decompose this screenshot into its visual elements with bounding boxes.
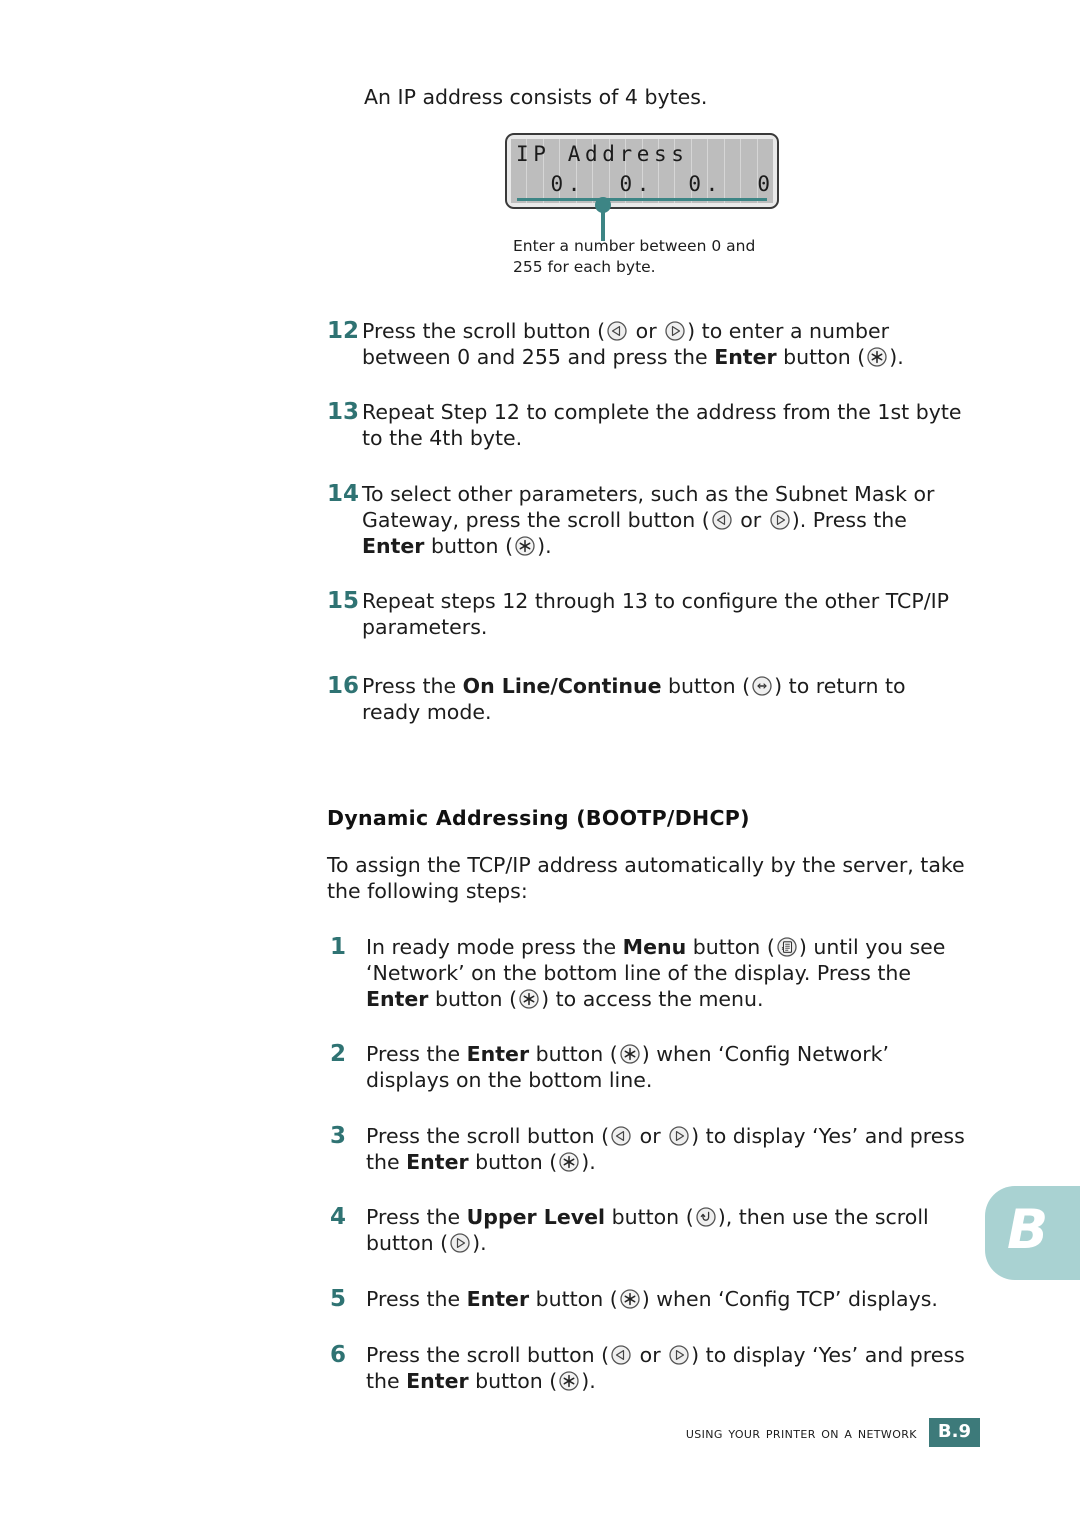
emphasized-term: Menu bbox=[622, 935, 687, 959]
scroll-right-icon bbox=[668, 1125, 690, 1147]
lcd-line-2: 0. 0. 0. 0 bbox=[516, 172, 773, 196]
step-1: 1 In ready mode press the Menu button ( … bbox=[330, 934, 966, 1012]
footer-title: Using Your Printer on a Network bbox=[685, 1423, 917, 1442]
enter-icon bbox=[514, 535, 536, 557]
enter-icon bbox=[866, 346, 888, 368]
emphasized-term: Enter bbox=[466, 1287, 530, 1311]
emphasized-term: Enter bbox=[714, 345, 777, 369]
enter-icon bbox=[619, 1288, 641, 1310]
step-3: 3 Press the scroll button ( or ) to disp… bbox=[330, 1123, 966, 1175]
step-16: 16 Press the On Line/Continue button ( )… bbox=[327, 673, 962, 725]
menu-icon bbox=[776, 936, 798, 958]
lcd-figure: IP Address 0. 0. 0. 0 Enter a number bet… bbox=[505, 133, 783, 276]
online-continue-icon bbox=[751, 675, 773, 697]
lcd-screen: IP Address 0. 0. 0. 0 bbox=[511, 139, 773, 203]
scroll-left-icon bbox=[610, 1125, 632, 1147]
step-14: 14 To select other parameters, such as t… bbox=[327, 481, 962, 559]
enter-icon bbox=[558, 1151, 580, 1173]
scroll-right-icon bbox=[449, 1232, 471, 1254]
intro-paragraph: An IP address consists of 4 bytes. bbox=[364, 85, 708, 109]
lcd-line-1: IP Address bbox=[516, 142, 689, 166]
step-5-text: Press the Enter button ( ) when ‘Config … bbox=[366, 1287, 938, 1311]
enter-icon bbox=[558, 1370, 580, 1392]
step-2-text: Press the Enter button ( ) when ‘Config … bbox=[366, 1042, 890, 1092]
chapter-tab-letter: B bbox=[1007, 1198, 1049, 1261]
scroll-left-icon bbox=[711, 509, 733, 531]
step-16-number: 16 bbox=[327, 673, 360, 699]
step-2: 2 Press the Enter button ( ) when ‘Confi… bbox=[330, 1041, 966, 1093]
emphasized-term: Enter bbox=[366, 987, 429, 1011]
enter-icon bbox=[619, 1043, 641, 1065]
enter-icon bbox=[518, 988, 540, 1010]
step-6-text: Press the scroll button ( or ) to displa… bbox=[366, 1343, 965, 1393]
step-13-number: 13 bbox=[327, 399, 360, 425]
step-1-text: In ready mode press the Menu button ( ) … bbox=[366, 935, 946, 1011]
step-6: 6 Press the scroll button ( or ) to disp… bbox=[330, 1342, 966, 1394]
step-5-number: 5 bbox=[330, 1286, 347, 1312]
step-15: 15 Repeat steps 12 through 13 to configu… bbox=[327, 588, 962, 640]
footer-page-number: B.9 bbox=[928, 1418, 980, 1447]
callout-dot bbox=[595, 197, 611, 213]
step-12-text: Press the scroll button ( or ) to enter … bbox=[362, 319, 904, 369]
lcd-underline bbox=[517, 198, 767, 201]
callout-text: Enter a number between 0 and 255 for eac… bbox=[513, 237, 756, 276]
step-4-number: 4 bbox=[330, 1204, 347, 1230]
step-5: 5 Press the Enter button ( ) when ‘Confi… bbox=[330, 1286, 966, 1313]
step-15-text: Repeat steps 12 through 13 to configure … bbox=[362, 589, 950, 639]
step-13-text: Repeat Step 12 to complete the address f… bbox=[362, 400, 962, 450]
step-4: 4 Press the Upper Level button ( ), then… bbox=[330, 1204, 966, 1256]
lcd-bezel: IP Address 0. 0. 0. 0 bbox=[505, 133, 779, 209]
emphasized-term: On Line/Continue bbox=[462, 674, 662, 698]
step-12-number: 12 bbox=[327, 318, 360, 344]
step-14-number: 14 bbox=[327, 481, 360, 507]
step-3-number: 3 bbox=[330, 1123, 347, 1149]
scroll-right-icon bbox=[769, 509, 791, 531]
chapter-tab: B bbox=[985, 1186, 1080, 1280]
scroll-right-icon bbox=[664, 320, 686, 342]
emphasized-term: Upper Level bbox=[466, 1205, 606, 1229]
step-3-text: Press the scroll button ( or ) to displa… bbox=[366, 1124, 965, 1174]
upper-level-icon bbox=[695, 1206, 717, 1228]
section-intro-paragraph: To assign the TCP/IP address automatical… bbox=[327, 853, 965, 903]
step-14-text: To select other parameters, such as the … bbox=[362, 482, 935, 558]
step-1-number: 1 bbox=[330, 934, 347, 960]
step-15-number: 15 bbox=[327, 588, 360, 614]
page-footer: Using Your Printer on a Network B.9 bbox=[560, 1418, 980, 1447]
step-16-text: Press the On Line/Continue button ( ) to… bbox=[362, 674, 906, 724]
scroll-left-icon bbox=[610, 1344, 632, 1366]
section-heading: Dynamic Addressing (BOOTP/DHCP) bbox=[327, 806, 750, 830]
scroll-left-icon bbox=[606, 320, 628, 342]
document-page: An IP address consists of 4 bytes. IP Ad… bbox=[0, 0, 1080, 1523]
step-4-text: Press the Upper Level button ( ), then u… bbox=[366, 1205, 929, 1255]
step-2-number: 2 bbox=[330, 1041, 347, 1067]
emphasized-term: Enter bbox=[406, 1369, 469, 1393]
step-6-number: 6 bbox=[330, 1342, 347, 1368]
scroll-right-icon bbox=[668, 1344, 690, 1366]
emphasized-term: Enter bbox=[466, 1042, 530, 1066]
step-13: 13 Repeat Step 12 to complete the addres… bbox=[327, 399, 962, 451]
emphasized-term: Enter bbox=[406, 1150, 469, 1174]
step-12: 12 Press the scroll button ( or ) to ent… bbox=[327, 318, 962, 370]
emphasized-term: Enter bbox=[362, 534, 425, 558]
